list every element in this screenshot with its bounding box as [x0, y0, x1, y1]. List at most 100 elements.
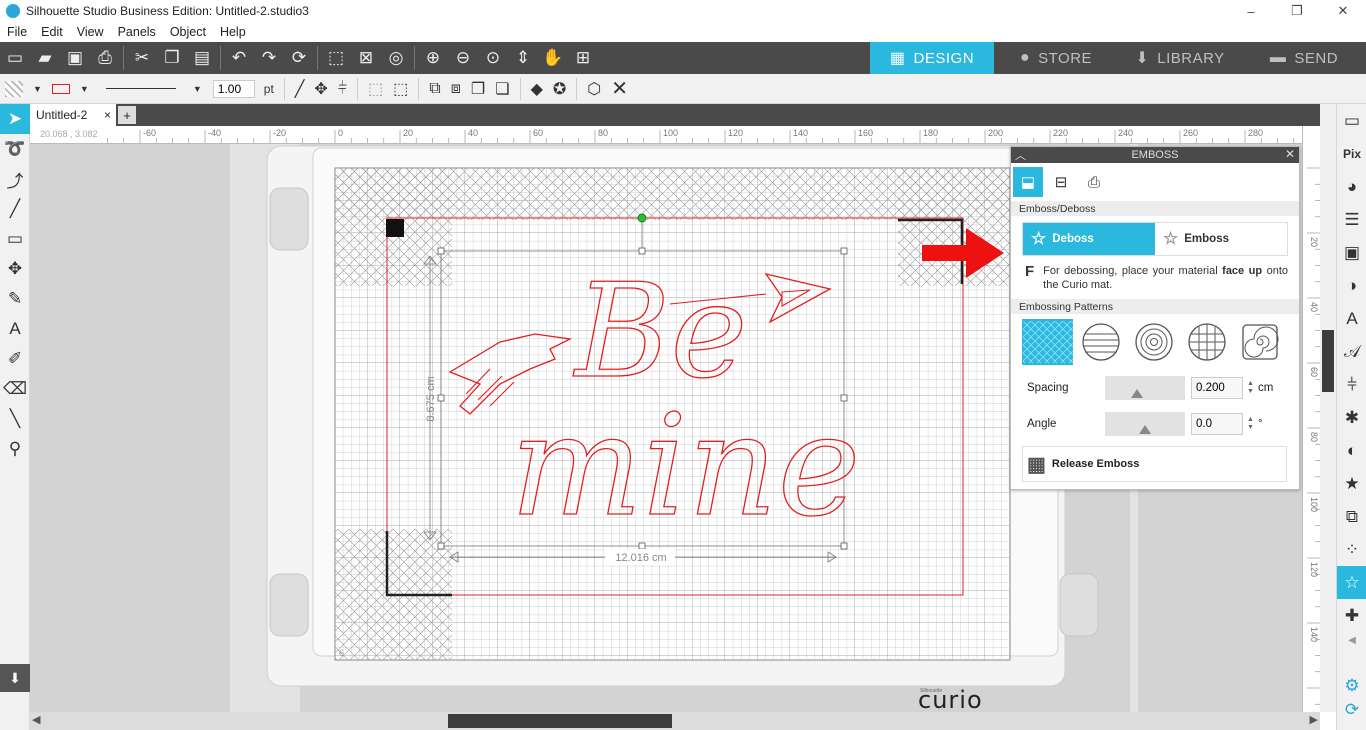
cut-icon[interactable]: ✂: [127, 44, 157, 72]
rotate-handle[interactable]: [637, 213, 647, 223]
new-file-icon[interactable]: ▭: [0, 44, 30, 72]
deboss-button[interactable]: ☆ Deboss: [1023, 223, 1155, 255]
group-icon[interactable]: ⬚: [363, 76, 388, 102]
bring-forward-icon[interactable]: ❐: [466, 76, 490, 102]
3d-box-icon[interactable]: ⬡: [582, 76, 606, 102]
emboss-curio-tab[interactable]: ⊟: [1046, 167, 1076, 197]
scroll-right-icon[interactable]: ▶: [1310, 713, 1318, 726]
scroll-left-icon[interactable]: ◀: [32, 713, 40, 726]
undo-icon[interactable]: ↶: [224, 44, 254, 72]
close-panel-icon[interactable]: ✕: [1285, 147, 1295, 161]
angle-stepper-icon[interactable]: ▲ ▼: [1247, 416, 1254, 432]
crosshatch-pattern-icon[interactable]: [1022, 319, 1074, 365]
download-tray-icon[interactable]: ⬇: [0, 664, 30, 692]
tab-send[interactable]: ▬ SEND: [1242, 42, 1366, 74]
line-style-icon[interactable]: ☰: [1337, 203, 1366, 236]
vertical-scrollbar[interactable]: [1320, 104, 1336, 712]
spacing-stepper-icon[interactable]: ▲ ▼: [1247, 380, 1254, 396]
deselect-icon[interactable]: ⊠: [351, 44, 381, 72]
line-width-input[interactable]: [212, 79, 255, 98]
menu-object[interactable]: Object: [163, 25, 213, 39]
redo-icon[interactable]: ↷: [254, 44, 284, 72]
move-tool-icon[interactable]: ✥: [309, 76, 332, 102]
release-emboss-button[interactable]: ▦ Release Emboss: [1022, 446, 1287, 482]
menu-help[interactable]: Help: [213, 25, 253, 39]
pan-hand-icon[interactable]: ✋: [538, 44, 568, 72]
send-backward-icon[interactable]: ❏: [490, 76, 514, 102]
print-icon[interactable]: ⎙: [90, 44, 120, 72]
horizontal-lines-pattern-icon[interactable]: [1075, 319, 1126, 365]
settings-gear-icon[interactable]: ⚙: [1337, 674, 1366, 698]
offset-icon[interactable]: ◐: [1337, 434, 1366, 467]
lasso-icon[interactable]: ➰: [0, 134, 30, 164]
spacing-input[interactable]: [1191, 377, 1243, 399]
sketch-icon[interactable]: ⁘: [1337, 533, 1366, 566]
emboss-button[interactable]: ☆ Emboss: [1155, 223, 1287, 255]
fit-page-icon[interactable]: ⊞: [568, 44, 598, 72]
puzzle-icon[interactable]: ✚: [1337, 599, 1366, 632]
angle-input[interactable]: [1191, 413, 1243, 435]
refresh-icon[interactable]: ⟳: [284, 44, 314, 72]
knife-icon[interactable]: ╲: [0, 404, 30, 434]
select-arrow-icon[interactable]: ➤: [0, 104, 30, 134]
favorites-icon[interactable]: ★: [1337, 467, 1366, 500]
restore-button[interactable]: ❐: [1274, 0, 1320, 22]
transform-icon[interactable]: ⫩: [1337, 368, 1366, 401]
tab-library[interactable]: ⬇ LIBRARY: [1118, 42, 1242, 74]
pixscan-icon[interactable]: Pix: [1337, 137, 1366, 170]
move-arrows-icon[interactable]: ✥: [0, 254, 30, 284]
close-toolbar-icon[interactable]: ✕: [606, 76, 633, 102]
release-compound-icon[interactable]: ⧈: [446, 76, 466, 102]
align-icon[interactable]: ⫩: [333, 76, 352, 102]
line-color-dropdown-icon[interactable]: ▼: [75, 76, 94, 102]
zoom-select-icon[interactable]: ⊙: [478, 44, 508, 72]
replicate-icon[interactable]: ▣: [1337, 236, 1366, 269]
emboss-tool-tab[interactable]: ⬓: [1013, 167, 1043, 197]
line-tool-icon[interactable]: ╱: [290, 76, 310, 102]
copy-icon[interactable]: ❐: [157, 44, 187, 72]
star-shape-icon[interactable]: ✪: [548, 76, 571, 102]
select-by-color-icon[interactable]: ◎: [381, 44, 411, 72]
tab-store[interactable]: ● STORE: [994, 42, 1118, 74]
edit-points-icon[interactable]: ✐: [0, 344, 30, 374]
emboss-print-tab[interactable]: ⎙: [1079, 167, 1109, 197]
collapse-panel-icon[interactable]: ︿: [1015, 147, 1026, 163]
line-style-select[interactable]: [94, 76, 188, 102]
line-icon[interactable]: ╱: [0, 194, 30, 224]
compound-path-icon[interactable]: ⧉: [424, 76, 445, 102]
spacing-slider-thumb[interactable]: [1131, 389, 1143, 398]
save-icon[interactable]: ▣: [60, 44, 90, 72]
ungroup-icon[interactable]: ⬚: [388, 76, 413, 102]
modify-icon[interactable]: ✱: [1337, 401, 1366, 434]
tab-design[interactable]: ▦ DESIGN: [870, 42, 994, 74]
spacing-slider[interactable]: [1105, 376, 1185, 400]
zoom-in-icon[interactable]: ⊕: [418, 44, 448, 72]
menu-file[interactable]: File: [0, 25, 34, 39]
weld-icon[interactable]: ◆: [526, 76, 548, 102]
document-tab[interactable]: Untitled-2 ×: [30, 104, 116, 126]
transparency-icon[interactable]: ◑: [1337, 269, 1366, 302]
open-folder-icon[interactable]: ▰: [30, 44, 60, 72]
line-style-dropdown-icon[interactable]: ▼: [188, 76, 207, 102]
spiral-square-pattern-icon[interactable]: [1235, 319, 1286, 365]
horizontal-scroll-thumb[interactable]: [448, 714, 672, 728]
angle-slider-thumb[interactable]: [1139, 425, 1151, 434]
close-tab-icon[interactable]: ×: [104, 108, 111, 122]
menu-panels[interactable]: Panels: [111, 25, 163, 39]
curve-icon[interactable]: ⤴: [0, 164, 30, 194]
page-setup-icon[interactable]: ▭: [1337, 104, 1366, 137]
trace-icon[interactable]: ⧉: [1337, 500, 1366, 533]
new-tab-button[interactable]: +: [118, 106, 136, 124]
menu-edit[interactable]: Edit: [34, 25, 70, 39]
angle-slider[interactable]: [1105, 412, 1185, 436]
text-style-icon[interactable]: A: [1337, 302, 1366, 335]
eyedropper-icon[interactable]: ⚲: [0, 434, 30, 464]
line-color-swatch-icon[interactable]: [47, 76, 75, 102]
fill-color-icon[interactable]: ◕: [1337, 170, 1366, 203]
eraser-icon[interactable]: ⌫: [0, 374, 30, 404]
grid-circle-pattern-icon[interactable]: [1182, 319, 1233, 365]
zoom-out-icon[interactable]: ⊖: [448, 44, 478, 72]
fill-dropdown-icon[interactable]: ▼: [28, 76, 47, 102]
fill-swatch-icon[interactable]: [0, 76, 28, 102]
concentric-circles-pattern-icon[interactable]: [1128, 319, 1179, 365]
